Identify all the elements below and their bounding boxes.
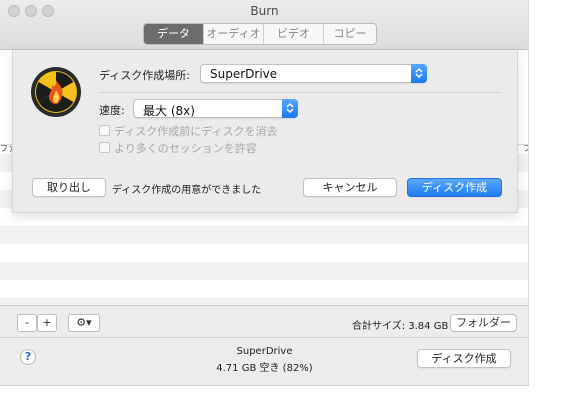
tab-audio[interactable]: オーディオ (204, 24, 264, 44)
speed-value: 最大 (8x) (143, 104, 195, 118)
mode-tabs: データ オーディオ ビデオ コピー (143, 23, 377, 45)
erase-checkbox-label: ディスク作成前にディスクを消去 (114, 125, 278, 138)
list-row (0, 226, 528, 244)
list-column-edge-right: フ (523, 143, 528, 154)
gear-icon: ⚙▾ (76, 316, 92, 329)
title-bar: Burn データ オーディオ ビデオ コピー (0, 0, 528, 50)
cancel-button[interactable]: キャンセル (303, 178, 397, 197)
location-value: SuperDrive (210, 67, 278, 81)
window-title: Burn (250, 4, 279, 18)
location-popup[interactable]: SuperDrive (200, 64, 427, 83)
sessions-checkbox-row[interactable]: より多くのセッションを許容 (99, 140, 257, 156)
tab-video[interactable]: ビデオ (264, 24, 324, 44)
burn-sheet: ディスク作成場所: SuperDrive 速度: 最大 (8x) ディスク作成前… (12, 50, 518, 213)
sheet-separator (99, 92, 502, 93)
list-row (0, 262, 528, 280)
burn-window: ファ フ Burn データ オーディオ ビデオ コピー (0, 0, 529, 386)
burn-app-icon (31, 67, 81, 117)
location-label: ディスク作成場所: (99, 69, 190, 82)
sessions-checkbox[interactable] (99, 142, 110, 153)
bottom-divider (0, 337, 528, 338)
remove-button[interactable]: - (17, 314, 37, 332)
updown-arrows-icon (411, 64, 427, 83)
tab-data[interactable]: データ (144, 24, 204, 44)
gear-menu-button[interactable]: ⚙▾ (68, 314, 100, 332)
bottom-burn-button[interactable]: ディスク作成 (417, 349, 511, 368)
bottom-toolbar: - + ⚙▾ 合計サイズ: 3.84 GB フォルダー ? SuperDrive… (0, 305, 528, 385)
eject-button[interactable]: 取り出し (32, 178, 106, 197)
total-size-text: 合計サイズ: 3.84 GB (352, 321, 449, 332)
folder-button[interactable]: フォルダー (450, 314, 517, 332)
updown-arrows-icon (282, 99, 298, 118)
sessions-checkbox-label: より多くのセッションを許容 (114, 142, 257, 155)
erase-checkbox[interactable] (99, 125, 110, 136)
erase-checkbox-row[interactable]: ディスク作成前にディスクを消去 (99, 123, 277, 139)
status-text: ディスク作成の用意ができました (112, 185, 262, 196)
speed-popup[interactable]: 最大 (8x) (133, 99, 298, 118)
speed-label: 速度: (99, 104, 125, 117)
burn-button[interactable]: ディスク作成 (407, 178, 502, 197)
list-row (0, 298, 528, 305)
tab-copy[interactable]: コピー (324, 24, 376, 44)
add-button[interactable]: + (37, 314, 57, 332)
